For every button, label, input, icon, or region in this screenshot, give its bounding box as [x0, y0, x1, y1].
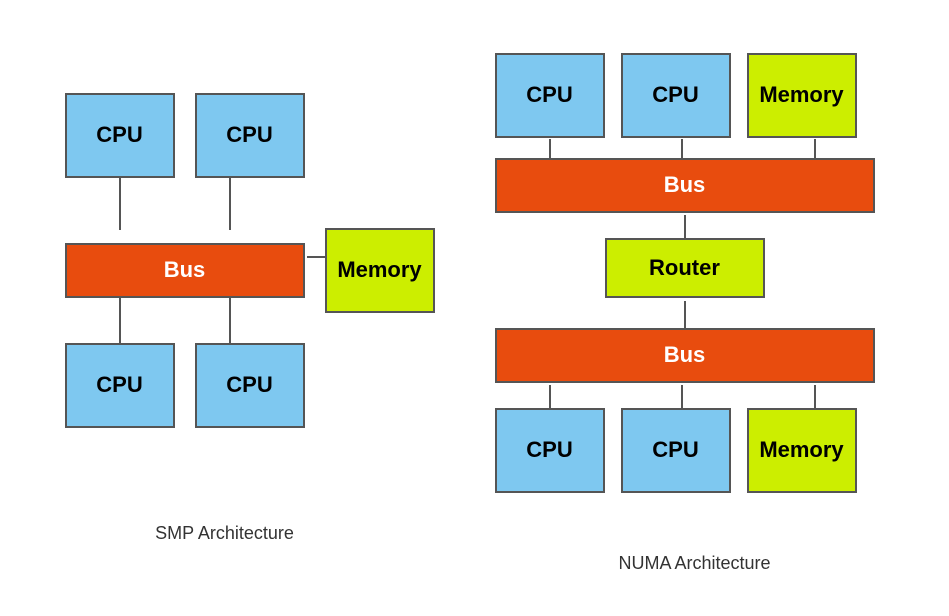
numa-router: Router [605, 238, 765, 298]
numa-router-row: Router [495, 238, 875, 298]
numa-bus-top: Bus [495, 158, 875, 213]
numa-label: NUMA Architecture [618, 553, 770, 574]
smp-cpu-bottom-left: CPU [65, 343, 175, 428]
numa-memory-bottom: Memory [747, 408, 857, 493]
main-container: CPU CPU Bus Memory CPU [0, 0, 949, 616]
numa-cpu-bottom-right: CPU [621, 408, 731, 493]
smp-cpu-top-right: CPU [195, 93, 305, 178]
smp-top-cpus: CPU CPU [65, 93, 305, 178]
smp-bus-row: Bus Memory [65, 228, 435, 313]
numa-cpu-bottom-left: CPU [495, 408, 605, 493]
smp-memory: Memory [325, 228, 435, 313]
numa-bus2: Bus [495, 328, 875, 383]
smp-bottom-cpus: CPU CPU [65, 343, 305, 428]
numa-bottom-row: CPU CPU Memory [495, 408, 857, 493]
numa-top-row: CPU CPU Memory [495, 53, 857, 138]
smp-cpu-bottom-right: CPU [195, 343, 305, 428]
smp-label: SMP Architecture [155, 523, 294, 544]
numa-bus1: Bus [495, 158, 875, 213]
numa-architecture: CPU CPU Memory Bus Router [485, 43, 905, 574]
smp-diagram: CPU CPU Bus Memory CPU [45, 73, 405, 503]
numa-memory-top: Memory [747, 53, 857, 138]
smp-architecture: CPU CPU Bus Memory CPU [45, 73, 405, 544]
numa-bus-bottom: Bus [495, 328, 875, 383]
numa-cpu-top-right: CPU [621, 53, 731, 138]
numa-diagram: CPU CPU Memory Bus Router [485, 43, 905, 533]
smp-bus: Bus [65, 243, 305, 298]
smp-cpu-top-left: CPU [65, 93, 175, 178]
numa-cpu-top-left: CPU [495, 53, 605, 138]
